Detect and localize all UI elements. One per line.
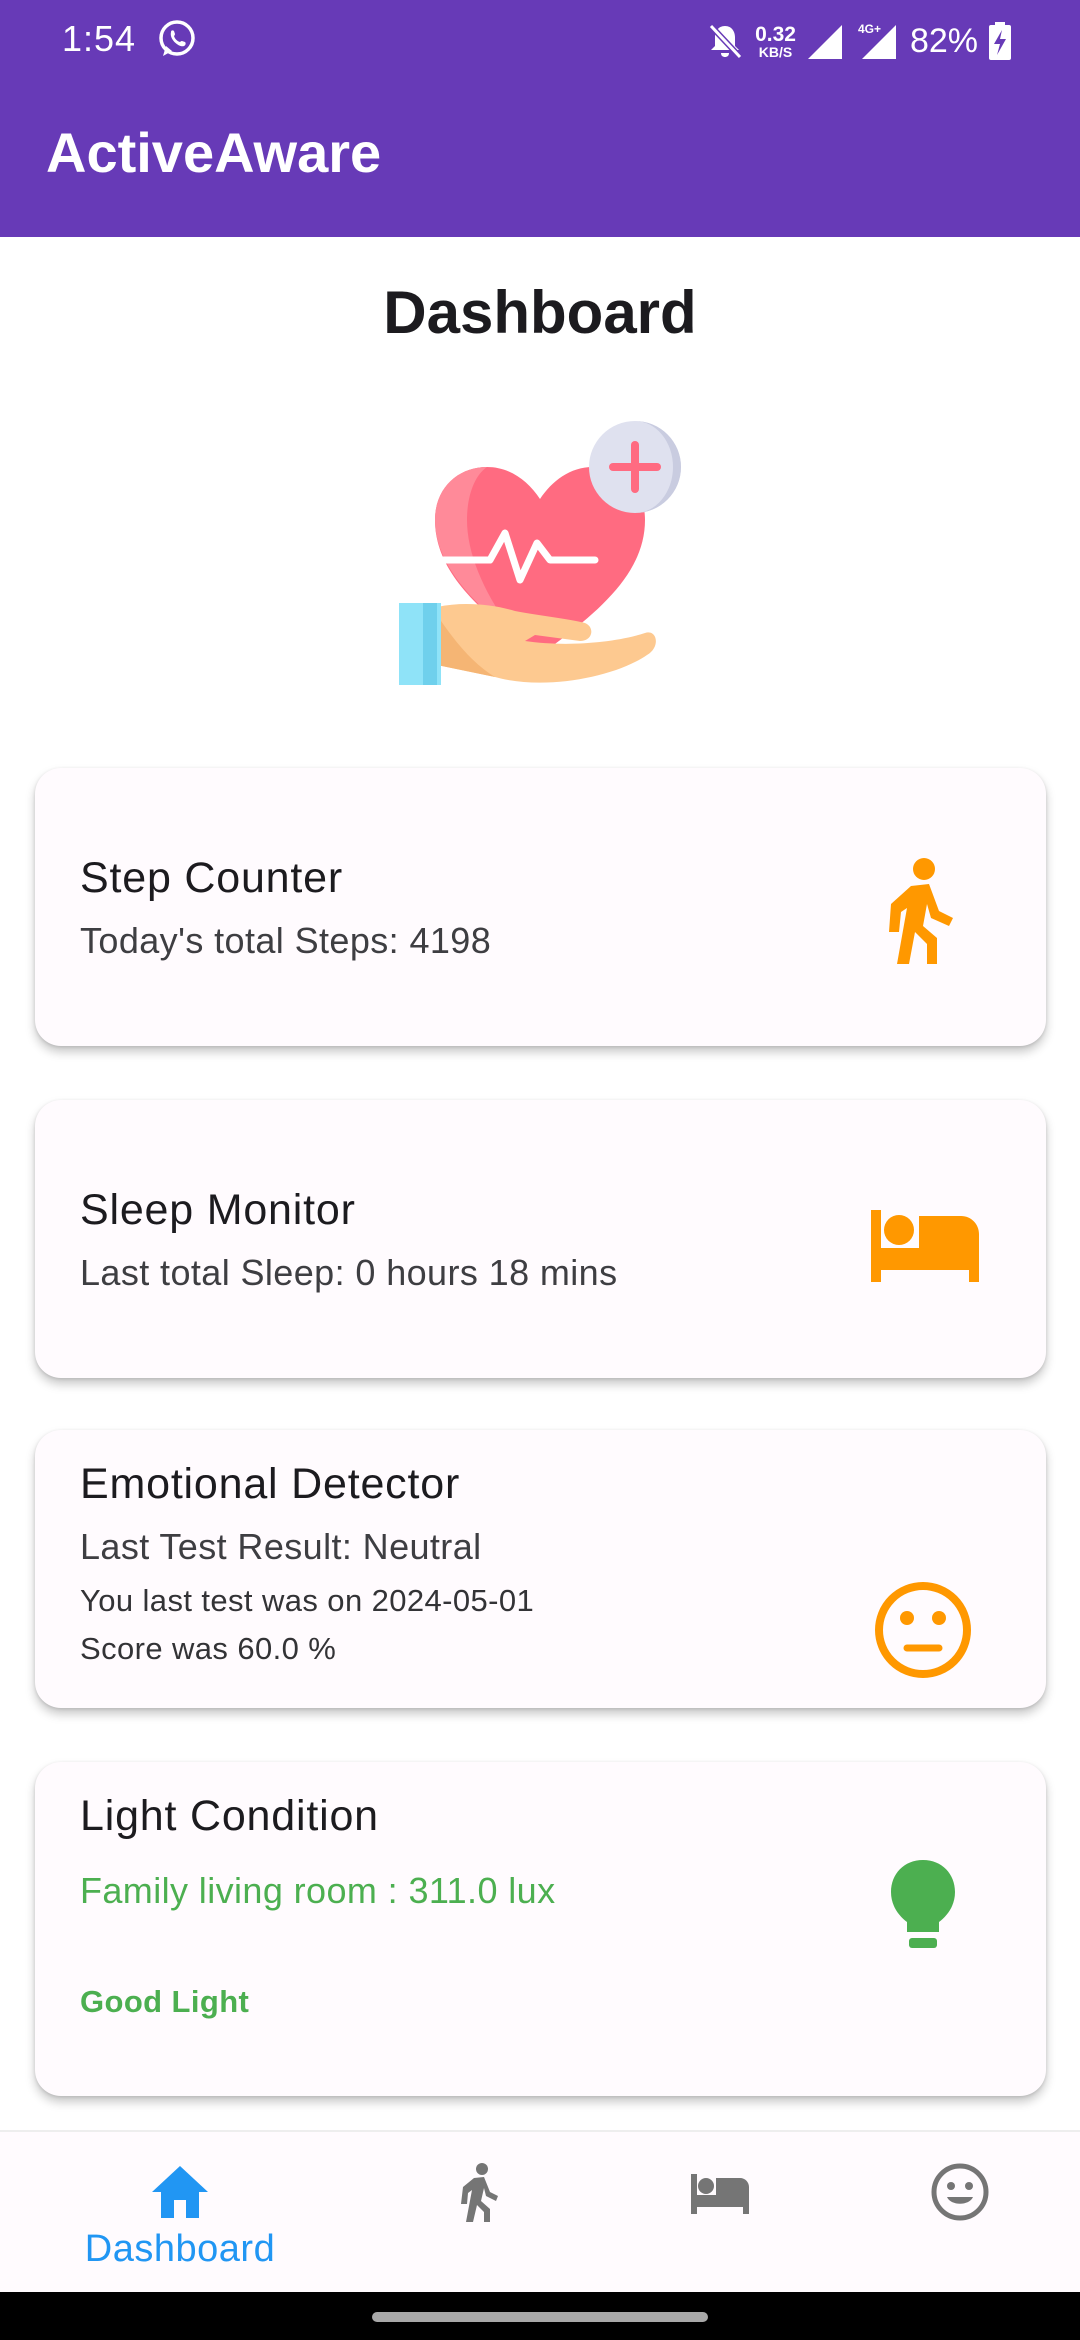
nav-item-dashboard[interactable]: Dashboard bbox=[45, 2132, 315, 2294]
light-condition-card[interactable]: Light Condition Family living room : 311… bbox=[35, 1762, 1046, 2096]
neutral-face-icon bbox=[875, 1582, 971, 1678]
home-gesture-handle[interactable] bbox=[372, 2312, 708, 2322]
sleep-monitor-card[interactable]: Sleep Monitor Last total Sleep: 0 hours … bbox=[35, 1100, 1046, 1378]
step-counter-card[interactable]: Step Counter Today's total Steps: 4198 bbox=[35, 768, 1046, 1046]
page-title: Dashboard bbox=[383, 279, 697, 346]
signal-icon: 4G+ bbox=[858, 22, 896, 59]
network-speed-value: 0.32 bbox=[755, 22, 796, 46]
sleep-monitor-title: Sleep Monitor bbox=[80, 1186, 356, 1234]
battery-charging-icon bbox=[989, 22, 1011, 60]
status-right-group: 0.32 KB/S 4G+ 82% bbox=[705, 16, 1012, 66]
step-counter-title: Step Counter bbox=[80, 854, 343, 902]
emotional-detector-date: You last test was on 2024-05-01 bbox=[80, 1583, 535, 1618]
light-condition-reading: Family living room : 311.0 lux bbox=[80, 1870, 556, 1911]
app-title: ActiveAware bbox=[46, 121, 382, 184]
nav-item-emotion[interactable] bbox=[825, 2132, 1080, 2294]
app-bar: ActiveAware bbox=[0, 82, 1080, 237]
lightbulb-icon bbox=[891, 1860, 955, 1948]
battery-percent: 82% bbox=[909, 21, 978, 60]
walking-person-icon bbox=[889, 858, 953, 964]
bed-icon bbox=[691, 2174, 749, 2214]
emotional-detector-card[interactable]: Emotional Detector Last Test Result: Neu… bbox=[35, 1430, 1046, 1708]
emotional-detector-score: Score was 60.0 % bbox=[80, 1631, 337, 1666]
home-icon bbox=[152, 2166, 208, 2218]
bottom-navigation: Dashboard bbox=[0, 2130, 1080, 2294]
status-bar: 1:54 0.32 KB/S 4G+ 82% bbox=[0, 0, 1080, 82]
light-condition-status: Good Light bbox=[80, 1984, 250, 2019]
smiley-face-icon bbox=[931, 2163, 989, 2221]
status-time: 1:54 bbox=[62, 18, 137, 59]
walking-person-icon bbox=[461, 2163, 498, 2222]
step-counter-subtitle: Today's total Steps: 4198 bbox=[80, 920, 492, 961]
sleep-monitor-subtitle: Last total Sleep: 0 hours 18 mins bbox=[80, 1252, 618, 1293]
emotional-detector-title: Emotional Detector bbox=[80, 1460, 461, 1508]
nav-item-sleep[interactable] bbox=[585, 2132, 855, 2294]
heart-in-hand-icon bbox=[399, 421, 681, 685]
network-speed-unit: KB/S bbox=[758, 43, 793, 60]
app-screen: 1:54 0.32 KB/S 4G+ 82% ActiveAware Dashb… bbox=[0, 0, 1080, 2340]
network-type-label: 4G+ bbox=[858, 22, 881, 36]
network-speed: 0.32 KB/S bbox=[755, 24, 796, 59]
light-condition-title: Light Condition bbox=[80, 1792, 379, 1840]
bell-off-icon bbox=[708, 23, 743, 60]
bed-icon bbox=[871, 1210, 979, 1282]
emotional-detector-result: Last Test Result: Neutral bbox=[80, 1526, 482, 1567]
nav-item-steps[interactable] bbox=[345, 2132, 615, 2294]
whatsapp-icon bbox=[159, 20, 195, 56]
signal-icon bbox=[807, 25, 842, 59]
system-navigation-bar bbox=[0, 2292, 1080, 2340]
nav-label-dashboard: Dashboard bbox=[84, 2228, 276, 2270]
